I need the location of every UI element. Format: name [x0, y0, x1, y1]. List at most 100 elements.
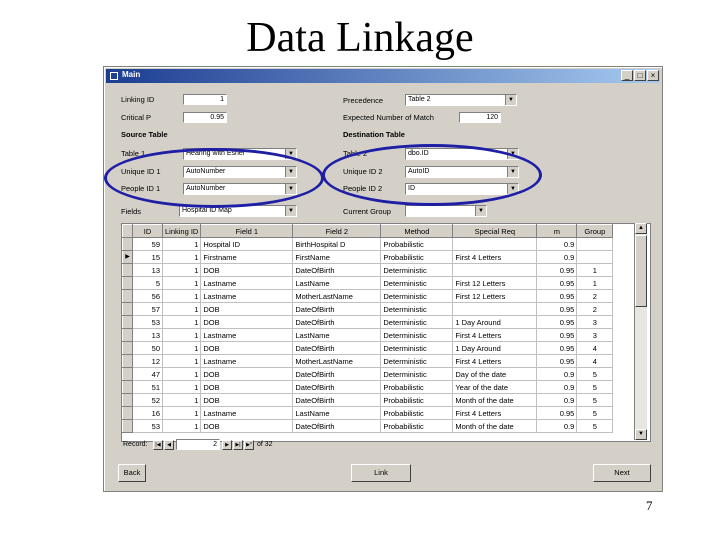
- table-cell-f2[interactable]: DateOfBirth: [292, 302, 382, 316]
- column-header[interactable]: m: [536, 224, 578, 238]
- table-cell-f1[interactable]: DOB: [200, 341, 294, 355]
- table-cell-m[interactable]: 0.95: [536, 263, 578, 277]
- table-cell-req[interactable]: First 4 Letters: [452, 250, 538, 264]
- table-row[interactable]: 12 1 Lastname MotherLastName Deterministic Fi…: [122, 354, 614, 368]
- table-cell-id[interactable]: 13: [132, 263, 163, 277]
- table-cell-method[interactable]: Probabilistic: [380, 406, 454, 420]
- row-selector[interactable]: ▶: [122, 250, 133, 264]
- row-selector[interactable]: [122, 263, 133, 277]
- table-cell-f1[interactable]: DOB: [200, 367, 294, 381]
- record-number-field[interactable]: 2: [176, 439, 220, 450]
- table-cell-method[interactable]: Deterministic: [380, 328, 454, 342]
- table-cell-method[interactable]: Probabilistic: [380, 380, 454, 394]
- table-cell-link[interactable]: 1: [161, 302, 202, 316]
- table-cell-group[interactable]: 4: [576, 341, 614, 355]
- first-record-icon[interactable]: |◀: [153, 440, 163, 450]
- table-row[interactable]: 59 1 Hospital ID BirthHospital D Probabilist…: [122, 237, 614, 251]
- table-row[interactable]: 13 1 Lastname LastName Deterministic First 4 …: [122, 328, 614, 342]
- chevron-down-icon[interactable]: ▼: [475, 206, 486, 216]
- column-header[interactable]: Method: [380, 224, 454, 238]
- table-cell-req[interactable]: Year of the date: [452, 380, 538, 394]
- table-cell-id[interactable]: 59: [132, 237, 163, 251]
- column-header[interactable]: Field 2: [292, 224, 382, 238]
- fields-select[interactable]: Hospital ID Map ▼: [179, 205, 297, 217]
- table-cell-group[interactable]: 5: [576, 393, 614, 407]
- table-cell-method[interactable]: Deterministic: [380, 302, 454, 316]
- link-button[interactable]: Link: [351, 464, 411, 482]
- linkage-fields-grid[interactable]: ID Linking ID Field 1 Field 2 Method Spe…: [121, 223, 651, 442]
- table-cell-id[interactable]: 52: [132, 393, 163, 407]
- table-cell-method[interactable]: Probabilistic: [380, 250, 454, 264]
- table-cell-req[interactable]: 1 Day Around: [452, 341, 538, 355]
- table-cell-id[interactable]: 47: [132, 367, 163, 381]
- column-header[interactable]: ID: [132, 224, 163, 238]
- scroll-up-icon[interactable]: ▲: [635, 223, 647, 234]
- table-cell-m[interactable]: 0.9: [536, 367, 578, 381]
- table-cell-f2[interactable]: DateOfBirth: [292, 393, 382, 407]
- table-cell-group[interactable]: 4: [576, 354, 614, 368]
- table-cell-f2[interactable]: DateOfBirth: [292, 263, 382, 277]
- table-cell-group[interactable]: [576, 250, 614, 264]
- table-cell-id[interactable]: 5: [132, 276, 163, 290]
- table-cell-link[interactable]: 1: [161, 354, 202, 368]
- table-cell-group[interactable]: 5: [576, 406, 614, 420]
- table-cell-m[interactable]: 0.9: [536, 380, 578, 394]
- table-cell-f2[interactable]: DateOfBirth: [292, 367, 382, 381]
- table-cell-group[interactable]: 3: [576, 315, 614, 329]
- chevron-down-icon[interactable]: ▼: [507, 149, 518, 159]
- table-cell-id[interactable]: 15: [132, 250, 163, 264]
- table-cell-f1[interactable]: Lastname: [200, 328, 294, 342]
- table-row[interactable]: ▶ 15 1 Firstname FirstName Probabilistic First…: [122, 250, 614, 264]
- table-cell-link[interactable]: 1: [161, 367, 202, 381]
- table-cell-link[interactable]: 1: [161, 263, 202, 277]
- row-selector[interactable]: [122, 302, 133, 316]
- table-row[interactable]: 53 1 DOB DateOfBirth Probabilistic Month of t…: [122, 419, 614, 433]
- table-cell-id[interactable]: 13: [132, 328, 163, 342]
- scroll-thumb[interactable]: [635, 235, 647, 307]
- table-cell-req[interactable]: Month of the date: [452, 393, 538, 407]
- unique-id1-select[interactable]: AutoNumber ▼: [183, 166, 297, 178]
- table-cell-f1[interactable]: DOB: [200, 315, 294, 329]
- table-cell-m[interactable]: 0.95: [536, 276, 578, 290]
- table-cell-link[interactable]: 1: [161, 393, 202, 407]
- critical-p-field[interactable]: 0.95: [183, 112, 227, 123]
- table-cell-f1[interactable]: Lastname: [200, 276, 294, 290]
- table-cell-m[interactable]: 0.9: [536, 393, 578, 407]
- column-header[interactable]: Special Req: [452, 224, 538, 238]
- table-cell-link[interactable]: 1: [161, 237, 202, 251]
- row-selector[interactable]: [122, 289, 133, 303]
- current-group-select[interactable]: ▼: [405, 205, 487, 217]
- table-cell-method[interactable]: Deterministic: [380, 354, 454, 368]
- chevron-down-icon[interactable]: ▼: [507, 167, 518, 177]
- table-row[interactable]: 53 1 DOB DateOfBirth Deterministic 1 Day Arou…: [122, 315, 614, 329]
- chevron-down-icon[interactable]: ▼: [505, 95, 516, 105]
- table-cell-f2[interactable]: DateOfBirth: [292, 419, 382, 433]
- table-cell-f2[interactable]: MotherLastName: [292, 289, 382, 303]
- table-cell-m[interactable]: 0.9: [536, 419, 578, 433]
- row-selector[interactable]: [122, 237, 133, 251]
- expected-matches-field[interactable]: 120: [459, 112, 501, 123]
- table-cell-link[interactable]: 1: [161, 406, 202, 420]
- table-cell-id[interactable]: 56: [132, 289, 163, 303]
- table-cell-id[interactable]: 12: [132, 354, 163, 368]
- table-cell-method[interactable]: Deterministic: [380, 341, 454, 355]
- table-row[interactable]: 50 1 DOB DateOfBirth Deterministic 1 Day Arou…: [122, 341, 614, 355]
- row-selector[interactable]: [122, 354, 133, 368]
- table-cell-m[interactable]: 0.95: [536, 354, 578, 368]
- table-cell-f2[interactable]: LastName: [292, 328, 382, 342]
- table-cell-req[interactable]: 1 Day Around: [452, 315, 538, 329]
- chevron-down-icon[interactable]: ▼: [285, 149, 296, 159]
- table-cell-m[interactable]: 0.9: [536, 250, 578, 264]
- row-selector[interactable]: [122, 328, 133, 342]
- back-button[interactable]: Back: [118, 464, 146, 482]
- table-cell-m[interactable]: 0.95: [536, 341, 578, 355]
- table-cell-link[interactable]: 1: [161, 276, 202, 290]
- prev-record-icon[interactable]: ◀: [164, 440, 174, 450]
- table-row[interactable]: 57 1 DOB DateOfBirth Deterministic 0.95 2: [122, 302, 614, 316]
- table-cell-method[interactable]: Deterministic: [380, 289, 454, 303]
- table-cell-f1[interactable]: Lastname: [200, 406, 294, 420]
- table-cell-m[interactable]: 0.95: [536, 406, 578, 420]
- table-cell-f2[interactable]: LastName: [292, 406, 382, 420]
- table-cell-f2[interactable]: BirthHospital D: [292, 237, 382, 251]
- table-cell-method[interactable]: Probabilistic: [380, 393, 454, 407]
